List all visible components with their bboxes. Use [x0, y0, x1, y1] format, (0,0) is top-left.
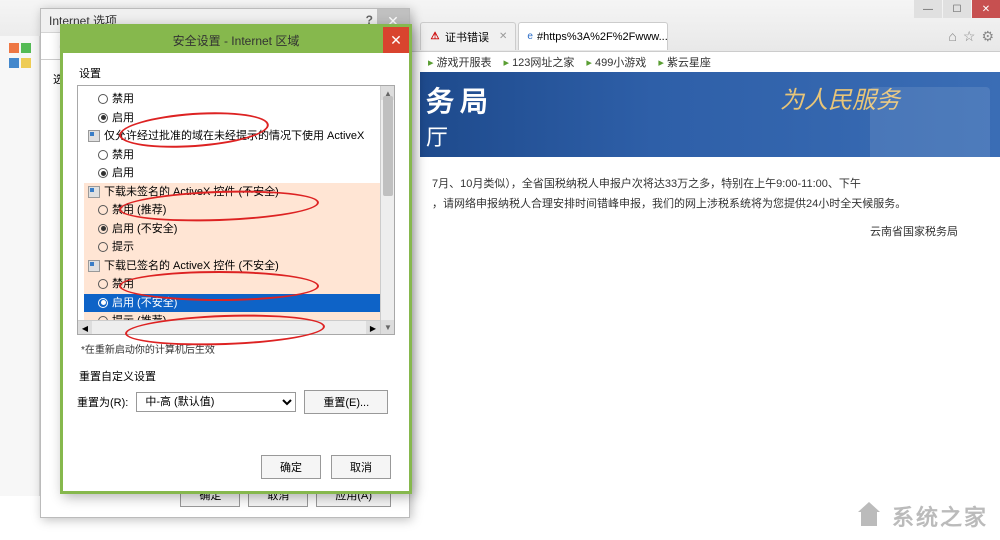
banner-figure: [870, 87, 990, 157]
close-window-button[interactable]: ✕: [972, 0, 1000, 18]
option-label: 禁用: [112, 276, 134, 293]
setting-radio-option[interactable]: 启用: [84, 109, 388, 128]
option-label: 提示: [112, 239, 134, 256]
setting-radio-option[interactable]: 禁用: [84, 275, 388, 294]
tab-close-icon[interactable]: ✕: [499, 31, 507, 42]
link-icon: ▸: [586, 56, 592, 69]
tab-label: #https%3A%2F%2Fwww...: [537, 31, 668, 43]
vertical-scrollbar[interactable]: ▲ ▼: [380, 86, 394, 334]
horizontal-scrollbar[interactable]: ◀ ▶: [78, 320, 380, 334]
page-content: 务局 厅 为人民服务 7月、10月类似），全省国税纳税人申报户次将达33万之多，…: [420, 72, 1000, 540]
notice-signature: 云南省国家税务局: [432, 215, 988, 243]
page-banner: 务局 厅 为人民服务: [420, 72, 1000, 157]
scroll-down-icon[interactable]: ▼: [381, 320, 395, 334]
nav-icons: ⌂ ☆ ⚙: [948, 28, 994, 45]
dialog-titlebar[interactable]: 安全设置 - Internet 区域 ✕: [63, 27, 409, 53]
window-controls: — ☐ ✕: [913, 0, 1000, 18]
settings-list[interactable]: 禁用启用仅允许经过批准的域在未经提示的情况下使用 ActiveX禁用启用下载未签…: [77, 85, 395, 335]
minimize-button[interactable]: —: [914, 0, 942, 18]
scroll-thumb[interactable]: [383, 96, 393, 196]
link-icon: ▸: [504, 56, 510, 69]
option-label: 启用 (不安全): [112, 295, 177, 312]
notice-text: 7月、10月类似），全省国税纳税人申报户次将达33万之多，特别在上午9:00-1…: [420, 157, 1000, 260]
radio-icon: [98, 242, 108, 252]
tab-label: 证书错误: [445, 29, 489, 45]
maximize-button[interactable]: ☐: [943, 0, 971, 18]
category-icon: [88, 186, 100, 198]
setting-group-header: 下载已签名的 ActiveX 控件 (不安全): [84, 257, 388, 276]
radio-icon: [98, 150, 108, 160]
login-header: 使用其它登录方式: [970, 382, 1000, 399]
settings-list-inner: 禁用启用仅允许经过批准的域在未经提示的情况下使用 ActiveX禁用启用下载未签…: [78, 86, 394, 335]
watermark-text: 系统之家: [892, 500, 988, 532]
reset-row: 重置为(R): 中-高 (默认值) 重置(E)...: [77, 390, 395, 414]
close-icon[interactable]: ✕: [383, 27, 409, 53]
restart-note: *在重新启动你的计算机后生效: [77, 335, 395, 366]
link-icon: ▸: [658, 56, 664, 69]
setting-group-header: 仅允许经过批准的域在未经提示的情况下使用 ActiveX: [84, 127, 388, 146]
dialog-body: 设置 禁用启用仅允许经过批准的域在未经提示的情况下使用 ActiveX禁用启用下…: [63, 53, 409, 422]
setting-radio-option[interactable]: 提示: [84, 238, 388, 257]
option-label: 禁用: [112, 91, 134, 108]
category-icon: [88, 260, 100, 272]
section-header: 设置: [77, 61, 395, 85]
option-label: 启用: [112, 110, 134, 127]
radio-icon: [98, 94, 108, 104]
setting-radio-option[interactable]: 启用: [84, 164, 388, 183]
reset-label: 重置为(R):: [77, 394, 128, 410]
link-icon: ▸: [428, 56, 434, 69]
app-sidebar: [0, 36, 40, 496]
setting-radio-option[interactable]: 禁用: [84, 146, 388, 165]
setting-radio-option[interactable]: 启用 (不安全): [84, 220, 388, 239]
option-label: 禁用: [112, 147, 134, 164]
favorites-icon[interactable]: ☆: [963, 28, 976, 45]
security-settings-dialog: 安全设置 - Internet 区域 ✕ 设置 禁用启用仅允许经过批准的域在未经…: [60, 24, 412, 494]
option-label: 禁用 (推荐): [112, 202, 166, 219]
setting-radio-option[interactable]: 启用 (不安全): [84, 294, 388, 313]
dialog-title: 安全设置 - Internet 区域: [173, 32, 300, 49]
notice-line: ，请网络申报纳税人合理安排时间错峰申报，我们的网上涉税系统将为您提供24小时全天…: [432, 195, 988, 215]
reset-button[interactable]: 重置(E)...: [304, 390, 388, 414]
setting-radio-option[interactable]: 禁用: [84, 90, 388, 109]
radio-icon: [98, 205, 108, 215]
scroll-right-icon[interactable]: ▶: [366, 321, 380, 335]
option-label: 仅允许经过批准的域在未经提示的情况下使用 ActiveX: [104, 128, 364, 145]
option-label: 启用: [112, 165, 134, 182]
house-icon: [852, 502, 886, 530]
radio-icon: [98, 279, 108, 289]
watermark: 系统之家: [852, 500, 988, 532]
fav-link[interactable]: ▸499小游戏: [586, 54, 646, 70]
tab-https[interactable]: e #https%3A%2F%2Fwww... ✕: [518, 22, 668, 50]
favorites-bar: ▸游戏开服表 ▸123网址之家 ▸499小游戏 ▸紫云星座: [420, 50, 960, 74]
radio-icon: [98, 298, 108, 308]
home-icon[interactable]: ⌂: [948, 28, 956, 45]
ok-button[interactable]: 确定: [261, 455, 321, 479]
warning-icon: ⚠: [429, 31, 441, 43]
app-icon[interactable]: [8, 42, 32, 66]
category-icon: [88, 130, 100, 142]
option-label: 启用 (不安全): [112, 221, 177, 238]
radio-icon: [98, 224, 108, 234]
radio-icon: [98, 168, 108, 178]
radio-icon: [98, 113, 108, 123]
scroll-left-icon[interactable]: ◀: [78, 321, 92, 335]
tab-cert-error[interactable]: ⚠ 证书错误 ✕: [420, 22, 516, 50]
gear-icon[interactable]: ⚙: [981, 28, 994, 45]
fav-link[interactable]: ▸紫云星座: [658, 54, 711, 70]
fav-link[interactable]: ▸游戏开服表: [428, 54, 492, 70]
reset-level-select[interactable]: 中-高 (默认值): [136, 392, 296, 412]
dialog-footer: 确定 取消: [261, 455, 391, 479]
option-label: 下载已签名的 ActiveX 控件 (不安全): [104, 258, 279, 275]
setting-group-header: 下载未签名的 ActiveX 控件 (不安全): [84, 183, 388, 202]
notice-line: 7月、10月类似），全省国税纳税人申报户次将达33万之多，特别在上午9:00-1…: [432, 175, 988, 195]
fav-link[interactable]: ▸123网址之家: [504, 54, 575, 70]
cancel-button[interactable]: 取消: [331, 455, 391, 479]
browser-tab-strip: ⚠ 证书错误 ✕ e #https%3A%2F%2Fwww... ✕: [420, 22, 960, 50]
reset-header: 重置自定义设置: [77, 366, 395, 390]
ie-icon: e: [527, 31, 533, 43]
option-label: 下载未签名的 ActiveX 控件 (不安全): [104, 184, 279, 201]
setting-radio-option[interactable]: 禁用 (推荐): [84, 201, 388, 220]
